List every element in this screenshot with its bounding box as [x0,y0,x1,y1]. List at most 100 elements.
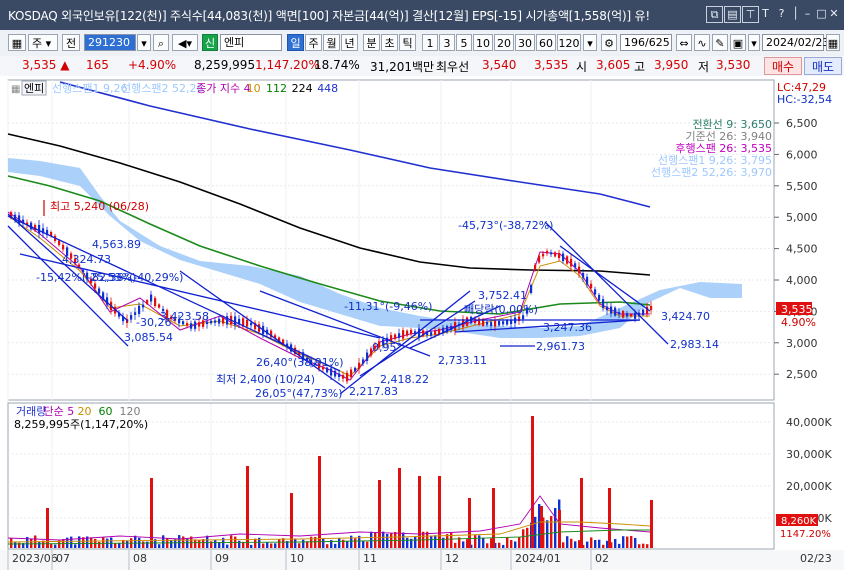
close-icon[interactable]: ✕ [828,6,840,21]
edit-icon[interactable]: ✎ [712,34,728,51]
volume-bar [594,540,597,548]
volume-bar [262,543,265,548]
stock-type-select[interactable]: 주 ▾ [28,34,58,51]
interval-button-5[interactable]: 5 [456,34,472,51]
ichimoku-value: 선행스팬2 52,26: 3,970 [651,166,772,179]
tab-period-2[interactable]: 월 [323,34,340,51]
candle-body [590,283,593,289]
minimize-icon[interactable]: – [800,6,815,21]
maximize-icon[interactable]: □ [814,6,829,21]
indicator-icon[interactable]: ∿ [694,34,710,51]
settings-icon[interactable]: ⚙ [601,34,617,51]
candle-body [626,313,629,317]
grid-menu-icon[interactable]: ▦ [8,34,26,51]
candle-body [38,224,41,234]
volume-bar [634,537,637,548]
tab-period-3[interactable]: 년 [341,34,358,51]
volume-bar [554,508,557,548]
volume-bar [462,541,465,548]
volume-bar [586,541,589,548]
stock-name-field[interactable]: 엔피 [220,34,282,51]
buy-button[interactable]: 매수 [764,57,802,75]
calendar-icon[interactable]: ▦ [826,34,840,51]
volume-bar [614,538,617,548]
corner-date: 02/23 [800,552,832,565]
price-tick-label: 5,000 [786,211,818,224]
volume-bar [274,543,277,548]
interval-button-10[interactable]: 10 [473,34,493,51]
volume-bar [10,538,13,548]
interval-button-3[interactable]: 3 [439,34,455,51]
volume-bar [294,538,297,548]
best-ask: 3,540 [482,58,517,72]
expand-icon[interactable]: ⇔ [676,34,692,51]
candle-body [602,299,605,309]
candle-body [142,304,145,308]
candle-body [594,289,597,295]
annotation-label: -82,36°(-40,29%) [88,271,183,284]
volume-bar [194,539,197,548]
help-icon[interactable]: ? [774,6,789,21]
price-legend: 선행스팬1 9,26선행스팬2 52,26종가 지수 410 112 224 448 [52,82,338,95]
candle-body [158,304,161,308]
interval-button-60[interactable]: 60 [536,34,556,51]
restore-icon[interactable]: ⧉ [706,6,723,23]
tab-period-1[interactable]: 주 [305,34,322,51]
time-axis-label: 2024/01 [515,552,561,565]
volume-bar [162,535,165,548]
stock-chart[interactable]: ▦ 엔피 선행스팬1 9,26선행스팬2 52,26종가 지수 410 112 22… [0,76,844,570]
text-size-icon[interactable]: T [758,6,773,21]
candle-body [430,332,433,336]
time-axis-label: 08 [133,552,147,565]
volume-bar [218,542,221,548]
prev-button[interactable]: 전 [62,34,80,51]
stock-code-input[interactable]: 291230 [84,34,136,51]
tab-period-0[interactable]: 일 [287,34,304,51]
volume-bar [598,539,601,548]
pin-icon[interactable]: ⊤ [742,6,759,23]
volume-bar [574,541,577,548]
tab-period-6[interactable]: 틱 [399,34,416,51]
search-icon[interactable]: ⌕ [153,34,169,51]
volume-bar [362,540,365,548]
volume-bar [630,535,633,548]
interval-button-120[interactable]: 120 [557,34,581,51]
x-axis-strip [0,550,844,570]
volume-bar [270,543,273,548]
speaker-icon[interactable]: ◀▾ [172,34,198,51]
volume-bar [246,466,249,548]
volume-ratio: 1,147.20% [255,58,320,72]
current-price: 3,535 ▲ [22,58,70,72]
volume-bar [414,536,417,548]
code-dropdown-icon[interactable]: ▾ [137,34,151,51]
interval-button-30[interactable]: 30 [515,34,535,51]
interval-button-1[interactable]: 1 [422,34,438,51]
stock-type-label: 주 [32,37,43,50]
legend-entry: 종가 지수 4 [196,82,250,95]
volume-bar [398,468,401,548]
volume-bar [638,544,641,548]
sell-button[interactable]: 매도 [804,57,842,75]
low-label: 저 [698,60,710,74]
volume-bar [608,488,611,548]
volume-bar [450,532,453,548]
bookmark-icon[interactable]: ▤ [724,6,741,23]
date-field[interactable]: 2024/02/23 [762,34,829,51]
calendar-dropdown-icon[interactable]: ▾ [748,34,760,51]
volume-bar [510,539,513,548]
tab-period-4[interactable]: 분 [363,34,380,51]
volume-bar [98,541,101,548]
save-icon[interactable]: ▣ [730,34,746,51]
candle-body [334,370,337,377]
candle-body [394,334,397,340]
annotation-label: 최고 5,240 (06/28) [50,200,149,213]
interval-dropdown-icon[interactable]: ▾ [583,34,597,51]
interval-button-20[interactable]: 20 [494,34,514,51]
tab-period-5[interactable]: 초 [381,34,398,51]
volume-bar [134,535,137,548]
volume-legend: 거래량단순 5 20 60 120 [16,405,141,418]
candle-body [354,367,357,372]
toolbar: ▦ 주 ▾ 전 291230 ▾ ⌕ ◀▾ 신 엔피 일 주 월 년 분 초 틱… [0,30,844,57]
high-label: 고 [634,60,646,74]
layout-icon[interactable]: ▦ [11,84,20,95]
